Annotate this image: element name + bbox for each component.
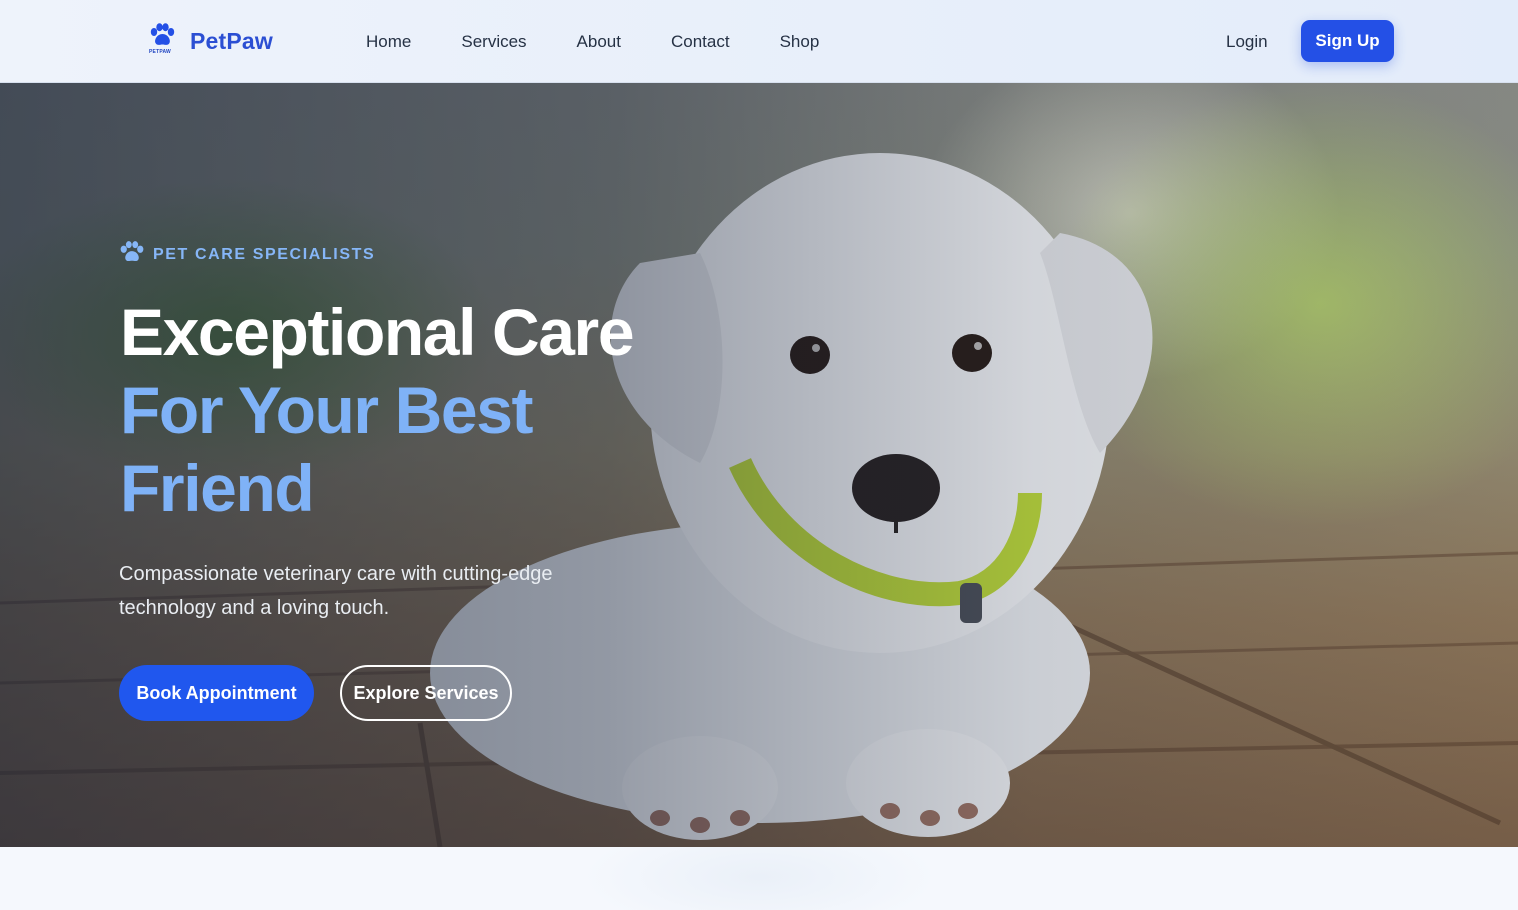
headline-line-3: Friend <box>120 451 315 525</box>
main-nav: Home Services About Contact Shop <box>366 31 869 53</box>
signup-button[interactable]: Sign Up <box>1301 20 1394 62</box>
hero-section: PET CARE SPECIALISTS Exceptional Care Fo… <box>0 83 1518 847</box>
headline-line-2: For Your Best <box>120 373 533 447</box>
explore-services-button[interactable]: Explore Services <box>340 665 512 721</box>
login-link[interactable]: Login <box>1226 31 1268 53</box>
nav-link-contact[interactable]: Contact <box>671 31 730 53</box>
brand-logo[interactable]: PETPAW PetPaw <box>146 23 273 59</box>
nav-link-shop[interactable]: Shop <box>780 31 820 53</box>
paw-icon: PETPAW <box>146 23 178 59</box>
nav-link-about[interactable]: About <box>577 31 621 53</box>
brand-name: PetPaw <box>190 27 274 54</box>
hero-subtitle: Compassionate veterinary care with cutti… <box>119 563 553 619</box>
hero-eyebrow: PET CARE SPECIALISTS <box>119 241 375 268</box>
logo-tagline: PETPAW <box>149 49 171 55</box>
headline-line-1: Exceptional Care <box>120 295 635 369</box>
paw-icon <box>119 241 145 268</box>
hero-eyebrow-label: PET CARE SPECIALISTS <box>153 245 376 263</box>
next-section-top <box>0 847 1518 910</box>
nav-link-home[interactable]: Home <box>366 31 411 53</box>
top-navbar: PETPAW PetPaw Home Services About Contac… <box>0 0 1518 83</box>
book-appointment-button[interactable]: Book Appointment <box>119 665 314 721</box>
hero-headline: Exceptional Care For Your Best Friend <box>120 293 760 527</box>
nav-link-services[interactable]: Services <box>461 31 526 53</box>
